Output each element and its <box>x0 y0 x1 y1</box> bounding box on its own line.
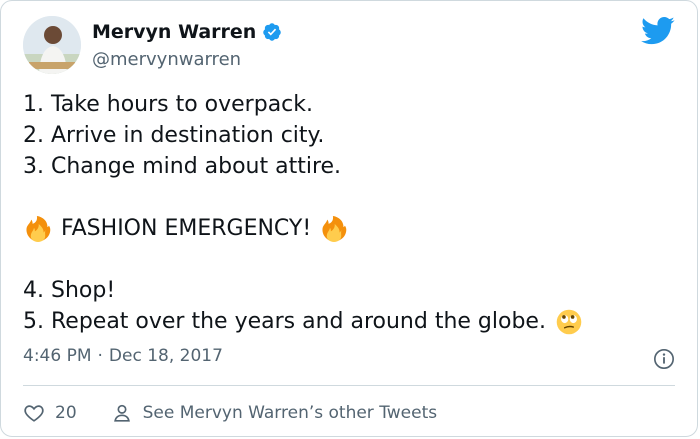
tweet-line-emergency: FASHION EMERGENCY! <box>23 213 663 244</box>
fire-emoji-icon <box>321 215 347 242</box>
fire-emoji-icon <box>25 215 51 242</box>
tweet-actions: 20 See Mervyn Warren’s other Tweets <box>23 399 675 427</box>
timestamp-separator: · <box>97 346 103 366</box>
person-icon <box>113 404 130 422</box>
verified-badge-icon <box>262 22 282 42</box>
tweet-line: 4. Shop! <box>23 278 116 303</box>
tweet-timestamp[interactable]: 4:46 PM · Dec 18, 2017 <box>23 346 223 366</box>
author-name-text[interactable]: Mervyn Warren <box>92 21 256 43</box>
tweet-time[interactable]: 4:46 PM <box>23 346 92 366</box>
tweet-line: 2. Arrive in destination city. <box>23 123 325 148</box>
heart-icon <box>24 405 44 422</box>
tweet-line-text: 5. Repeat over the years and around the … <box>23 309 546 334</box>
tweet-card: Mervyn Warren @mervynwarren 1. Take hour… <box>0 0 698 437</box>
fashion-emergency-text: FASHION EMERGENCY! <box>61 216 312 241</box>
tweet-text: 1. Take hours to overpack. 2. Arrive in … <box>23 89 663 337</box>
tweet-line: 3. Change mind about attire. <box>23 154 342 179</box>
tweet-date[interactable]: Dec 18, 2017 <box>109 346 223 366</box>
avatar-photo <box>23 16 81 74</box>
other-tweets-link[interactable]: See Mervyn Warren’s other Tweets <box>111 402 437 424</box>
avatar[interactable] <box>23 16 81 74</box>
divider <box>23 385 675 386</box>
like-button[interactable]: 20 <box>23 402 111 424</box>
twitter-bird-icon[interactable] <box>641 16 675 46</box>
eye-roll-emoji-icon <box>556 309 582 335</box>
other-tweets-label[interactable]: See Mervyn Warren’s other Tweets <box>143 403 437 423</box>
author-display-name[interactable]: Mervyn Warren <box>92 21 282 43</box>
author-handle[interactable]: @mervynwarren <box>92 49 241 70</box>
like-count: 20 <box>55 403 77 423</box>
info-icon[interactable] <box>653 348 675 370</box>
tweet-line: 1. Take hours to overpack. <box>23 92 314 117</box>
tweet-line-last: 5. Repeat over the years and around the … <box>23 306 663 337</box>
